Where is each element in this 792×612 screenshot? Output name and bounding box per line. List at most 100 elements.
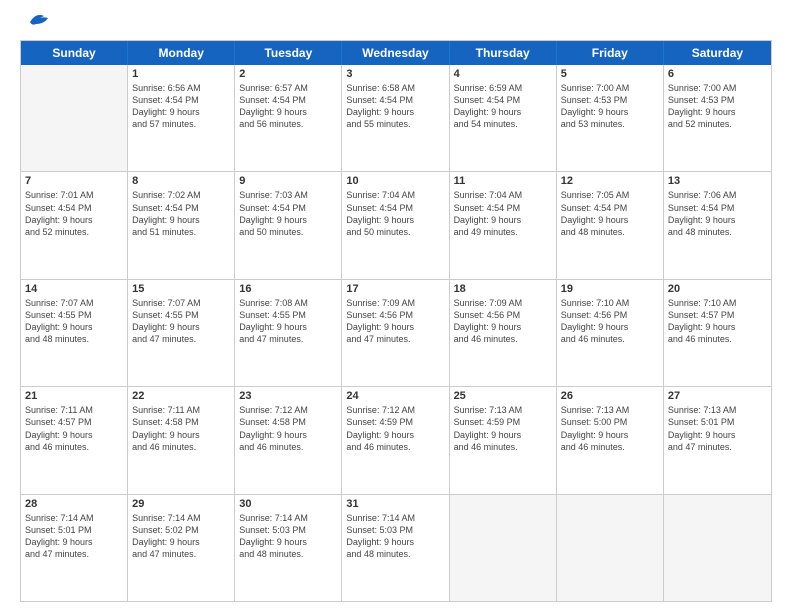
cell-info-line: Daylight: 9 hours (454, 429, 552, 441)
cell-info-line: Sunrise: 7:09 AM (346, 297, 444, 309)
calendar-cell: 15 Sunrise: 7:07 AMSunset: 4:55 PMDayligh… (128, 280, 235, 386)
header-cell-sunday: Sunday (21, 41, 128, 65)
cell-info-line: and 48 minutes. (346, 548, 444, 560)
cell-info-line: Sunrise: 7:12 AM (239, 404, 337, 416)
cell-info-line: Sunrise: 7:08 AM (239, 297, 337, 309)
calendar-cell: 28Sunrise: 7:14 AMSunset: 5:01 PMDayligh… (21, 495, 128, 601)
day-number: 25 (454, 390, 552, 402)
header-cell-thursday: Thursday (450, 41, 557, 65)
cell-info-line: and 46 minutes. (454, 333, 552, 345)
cell-info-line: and 46 minutes. (668, 333, 767, 345)
cell-info-line: Sunset: 4:54 PM (239, 202, 337, 214)
calendar-cell: 3Sunrise: 6:58 AMSunset: 4:54 PMDaylight… (342, 65, 449, 171)
cell-info-line: Sunrise: 7:14 AM (25, 512, 123, 524)
cell-info-line: Sunrise: 7:07 AM (132, 297, 230, 309)
cell-info-line: and 48 minutes. (561, 226, 659, 238)
day-number: 3 (346, 68, 444, 80)
cell-info-line: Sunset: 5:01 PM (25, 524, 123, 536)
cell-info-line: Sunset: 4:55 PM (132, 309, 230, 321)
cell-info-line: Sunrise: 6:57 AM (239, 82, 337, 94)
calendar-row-4: 28 Sunrise: 7:14 AMSunset: 5:01 PM Dayligh… (21, 494, 771, 601)
cell-info-line: Daylight: 9 hours (346, 429, 444, 441)
cell-info-line: and 46 minutes. (346, 441, 444, 453)
cell-info-line: Sunset: 5:02 PM (132, 524, 230, 536)
cell-info-line: and 46 minutes. (561, 441, 659, 453)
cell-info-line: Sunset: 4:54 PM (561, 202, 659, 214)
day-number: 10 (346, 175, 444, 187)
cell-info-line: Sunrise: 7:10 AM (668, 297, 767, 309)
cell-info-line: Daylight: 9 hours (132, 321, 230, 333)
calendar-cell: 31Sunrise: 7:14 AMSunset: 5:03 PMDayligh… (342, 495, 449, 601)
day-number: 8 (132, 175, 230, 187)
cell-info-line: and 46 minutes. (561, 333, 659, 345)
cell-info-line: and 56 minutes. (239, 118, 337, 130)
cell-info-line: Sunrise: 7:04 AM (454, 189, 552, 201)
day-number: 1 (132, 68, 230, 80)
cell-info-line: Sunset: 4:53 PM (561, 94, 659, 106)
calendar-cell: 13Sunrise: 7:06 AMSunset: 4:54 PMDayligh… (664, 172, 771, 278)
day-number: 22 (132, 390, 230, 402)
day-number: 20 (668, 283, 767, 295)
day-number: 30 (239, 498, 337, 510)
day-number: 23 (239, 390, 337, 402)
cell-info-line: Sunrise: 7:02 AM (132, 189, 230, 201)
header-cell-friday: Friday (557, 41, 664, 65)
cell-info-line: Sunset: 4:54 PM (346, 202, 444, 214)
calendar-cell: 11Sunrise: 7:04 AMSunset: 4:54 PMDayligh… (450, 172, 557, 278)
cell-info-line: Sunset: 4:54 PM (132, 94, 230, 106)
calendar-cell: 20 Sunrise: 7:10 AMSunset: 4:57 PMDayligh… (664, 280, 771, 386)
calendar-row-0: 1Sunrise: 6:56 AMSunset: 4:54 PMDaylight… (21, 65, 771, 171)
cell-info-line: Daylight: 9 hours (132, 214, 230, 226)
calendar-cell: 19Sunrise: 7:10 AMSunset: 4:56 PMDayligh… (557, 280, 664, 386)
calendar-row-2: 14Sunrise: 7:07 AMSunset: 4:55 PMDayligh… (21, 279, 771, 386)
cell-info-line: and 47 minutes. (25, 548, 123, 560)
cell-info-line: Daylight: 9 hours (239, 214, 337, 226)
day-number: 15 (132, 283, 230, 295)
cell-info-line: Sunset: 4:58 PM (239, 416, 337, 428)
cell-info-line: and 52 minutes. (668, 118, 767, 130)
cell-info-line: and 47 minutes. (132, 548, 230, 560)
calendar: SundayMondayTuesdayWednesdayThursdayFrid… (20, 40, 772, 602)
cell-info-line: and 48 minutes. (25, 333, 123, 345)
cell-info-line: and 46 minutes. (454, 441, 552, 453)
cell-info-line: Daylight: 9 hours (346, 536, 444, 548)
day-number: 11 (454, 175, 552, 187)
cell-info-line: Sunset: 4:53 PM (668, 94, 767, 106)
cell-info-line: Sunset: 4:58 PM (132, 416, 230, 428)
calendar-cell: 26Sunrise: 7:13 AMSunset: 5:00 PMDayligh… (557, 387, 664, 493)
day-number: 31 (346, 498, 444, 510)
header-cell-tuesday: Tuesday (235, 41, 342, 65)
cell-info-line: Sunrise: 7:11 AM (25, 404, 123, 416)
cell-info-line: Sunset: 5:03 PM (239, 524, 337, 536)
cell-info-line: Daylight: 9 hours (668, 429, 767, 441)
header (20, 16, 772, 30)
cell-info-line: and 55 minutes. (346, 118, 444, 130)
cell-info-line: Daylight: 9 hours (346, 321, 444, 333)
calendar-cell: 5Sunrise: 7:00 AMSunset: 4:53 PMDaylight… (557, 65, 664, 171)
page: SundayMondayTuesdayWednesdayThursdayFrid… (0, 0, 792, 612)
cell-info-line: Sunrise: 7:11 AM (132, 404, 230, 416)
day-number: 28 (25, 498, 123, 510)
calendar-cell: 30Sunrise: 7:14 AMSunset: 5:03 PMDayligh… (235, 495, 342, 601)
cell-info-line: and 47 minutes. (239, 333, 337, 345)
day-number: 7 (25, 175, 123, 187)
cell-info-line: Sunrise: 7:04 AM (346, 189, 444, 201)
calendar-cell: 6Sunrise: 7:00 AMSunset: 4:53 PMDaylight… (664, 65, 771, 171)
cell-info-line: and 46 minutes. (239, 441, 337, 453)
day-number: 6 (668, 68, 767, 80)
calendar-cell (450, 495, 557, 601)
calendar-cell: 8Sunrise: 7:02 AMSunset: 4:54 PMDaylight… (128, 172, 235, 278)
day-number: 9 (239, 175, 337, 187)
calendar-body: 1Sunrise: 6:56 AMSunset: 4:54 PMDaylight… (21, 65, 771, 601)
logo (20, 16, 52, 30)
calendar-cell: 2Sunrise: 6:57 AMSunset: 4:54 PMDaylight… (235, 65, 342, 171)
cell-info-line: Sunset: 4:57 PM (668, 309, 767, 321)
cell-info-line: Sunset: 5:01 PM (668, 416, 767, 428)
day-number: 14 (25, 283, 123, 295)
cell-info-line: Sunrise: 7:10 AM (561, 297, 659, 309)
calendar-cell: 7Sunrise: 7:01 AMSunset: 4:54 PMDaylight… (21, 172, 128, 278)
cell-info-line: Daylight: 9 hours (668, 321, 767, 333)
cell-info-line: Sunrise: 6:59 AM (454, 82, 552, 94)
calendar-cell: 10Sunrise: 7:04 AMSunset: 4:54 PMDayligh… (342, 172, 449, 278)
calendar-cell: 14Sunrise: 7:07 AMSunset: 4:55 PMDayligh… (21, 280, 128, 386)
